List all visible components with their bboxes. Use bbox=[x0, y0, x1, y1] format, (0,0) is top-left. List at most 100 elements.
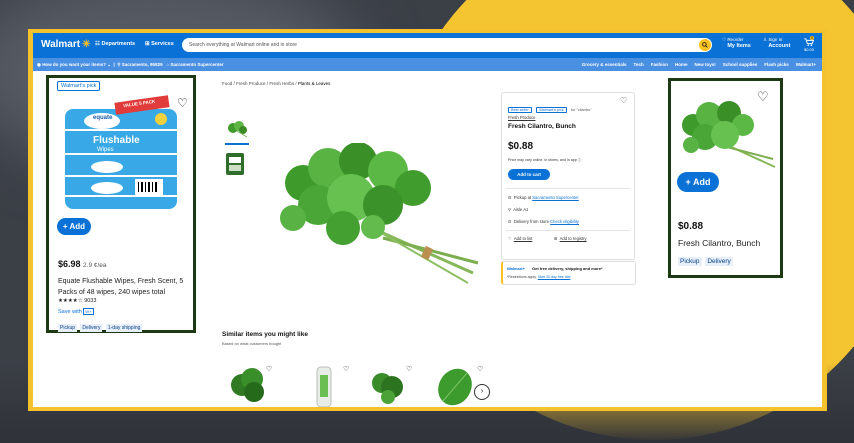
thumbnail-nutrition[interactable] bbox=[225, 151, 249, 179]
similar-item-4[interactable]: ♡ bbox=[433, 365, 483, 407]
add-to-cart-button[interactable]: Add to cart bbox=[508, 169, 550, 180]
fulfillment-tags: Pickup Delivery bbox=[678, 257, 735, 266]
product-title[interactable]: Fresh Cilantro, Bunch bbox=[678, 238, 760, 248]
add-button[interactable]: + Add bbox=[677, 172, 719, 192]
pack-sub: Wipes bbox=[97, 147, 114, 153]
walmarts-pick-badge: Walmart's pick bbox=[536, 107, 567, 113]
tag-shipping: 1-day shipping bbox=[105, 324, 143, 332]
similar-items-title: Similar items you might like bbox=[222, 331, 308, 338]
spark-icon: ✳ bbox=[82, 39, 91, 50]
chevron-right-icon: › bbox=[480, 388, 484, 395]
header: Walmart ✳ ☷ Departments ⊞ Services Search… bbox=[33, 33, 822, 58]
pickup-store-link[interactable]: Sacramento Supercenter bbox=[532, 195, 579, 200]
walmart-plus-icon: W+ bbox=[83, 308, 94, 315]
category-nav-item[interactable]: Tech bbox=[634, 62, 644, 67]
category-nav-item[interactable]: Walmart+ bbox=[796, 62, 816, 67]
check-eligibility-link[interactable]: Check eligibility bbox=[550, 219, 579, 224]
tag-delivery: Delivery bbox=[705, 257, 733, 266]
cart-total: $0.00 bbox=[804, 47, 815, 52]
walmart-logo[interactable]: Walmart ✳ bbox=[41, 39, 90, 50]
walmart-plus-banner[interactable]: Walmart+ Get free delivery, shipping and… bbox=[501, 261, 636, 285]
banner-text: Get free delivery, shipping and more* bbox=[532, 266, 603, 271]
category-nav: Grocery & essentials Tech Fashion Home New t… bbox=[575, 62, 816, 67]
subheader: ◉ How do you want your items? ⌄ | ⚲ Sacr… bbox=[33, 58, 822, 71]
product-price: $6.98 2.9 ¢/ea bbox=[58, 259, 107, 269]
heart-small-icon: ♡ bbox=[722, 37, 727, 42]
favorite-heart-icon[interactable]: ♡ bbox=[620, 96, 627, 105]
favorite-heart-icon[interactable]: ♡ bbox=[477, 365, 483, 373]
similar-item-1[interactable]: ♡ bbox=[228, 365, 272, 407]
category-nav-item[interactable]: School supplies bbox=[723, 62, 758, 67]
walmart-plus-logo: Walmart+ bbox=[507, 266, 525, 271]
breadcrumb-food[interactable]: Food bbox=[222, 81, 232, 86]
category-nav-item[interactable]: Home bbox=[675, 62, 688, 67]
services-button[interactable]: ⊞ Services bbox=[145, 41, 174, 47]
delivery-row: ⊡ Delivery from store Check eligibility bbox=[508, 219, 580, 224]
breadcrumb-fresh-herbs[interactable]: Fresh Herbs bbox=[269, 81, 294, 86]
gift-icon: ⊞ bbox=[554, 236, 558, 241]
banner-note: *Restrictions apply. Start 30-day free t… bbox=[507, 275, 571, 279]
favorite-heart-icon[interactable]: ♡ bbox=[266, 365, 272, 373]
cart-button[interactable]: 0 $0.00 bbox=[804, 36, 815, 52]
category-nav-item[interactable]: Grocery & essentials bbox=[582, 62, 627, 67]
departments-button[interactable]: ☷ Departments bbox=[95, 41, 135, 47]
add-button[interactable]: + Add bbox=[57, 218, 91, 235]
cart-count: 0 bbox=[810, 36, 814, 40]
badge-context: for "cilantro" bbox=[571, 108, 592, 112]
add-to-list-button[interactable]: ♡ Add to list bbox=[508, 236, 532, 241]
search-icon bbox=[702, 42, 708, 48]
similar-item-2[interactable]: ♡ bbox=[303, 365, 349, 407]
store-selector[interactable]: ⌂ Sacramento Supercenter bbox=[166, 62, 223, 67]
search-input[interactable]: Search everything at Walmart online and … bbox=[182, 38, 712, 52]
category-nav-item[interactable]: New toys! bbox=[694, 62, 715, 67]
brand-link[interactable]: Fresh Produce bbox=[508, 115, 535, 120]
breadcrumb-fresh-produce[interactable]: Fresh Produce bbox=[236, 81, 266, 86]
reorder-button[interactable]: ♡ Reorder My Items bbox=[722, 37, 751, 49]
tag-pickup: Pickup bbox=[678, 257, 702, 266]
product-main-image[interactable] bbox=[273, 142, 503, 293]
add-to-registry-button[interactable]: ⊞ Add to registry bbox=[554, 236, 587, 241]
breadcrumb: Food / Fresh Produce / Fresh Herbs / Pla… bbox=[222, 81, 331, 86]
pack-brand: equate bbox=[93, 115, 113, 121]
unit-price: 2.9 ¢/ea bbox=[83, 262, 107, 269]
category-nav-item[interactable]: Fashion bbox=[651, 62, 668, 67]
aisle-row: ⚲ Aisle A1 bbox=[508, 207, 529, 212]
search-placeholder: Search everything at Walmart online and … bbox=[189, 42, 297, 48]
location-selector[interactable]: ⚲ Sacramento, 95829 bbox=[117, 62, 162, 67]
tag-delivery: Delivery bbox=[80, 324, 103, 332]
price-note: Price may vary online, in stores, and in… bbox=[508, 158, 582, 162]
featured-product-card-wipes[interactable]: Walmart's pick ♡ VALUE 5 PACK equate Flu… bbox=[46, 75, 196, 333]
delivery-icon: ⊡ bbox=[508, 219, 512, 224]
product-info-panel: Best seller Walmart's pick for "cilantro… bbox=[501, 92, 635, 260]
tag-pickup: Pickup bbox=[58, 324, 78, 332]
pickup-row: ⊟ Pickup at Sacramento Supercenter bbox=[508, 195, 579, 200]
featured-product-card-cilantro[interactable]: ♡ + Add $0.88 Fresh Cilantro, Bunch Pick… bbox=[668, 78, 783, 278]
search-button[interactable] bbox=[699, 39, 711, 51]
pickup-icon: ⊟ bbox=[508, 195, 512, 200]
location-pin-icon: ⚲ bbox=[508, 207, 512, 212]
fulfillment-tags: Pickup Delivery 1-day shipping bbox=[58, 324, 144, 332]
best-seller-badge: Best seller bbox=[508, 107, 532, 113]
thumbnail-cilantro[interactable] bbox=[225, 119, 249, 147]
product-title: Fresh Cilantro, Bunch bbox=[508, 123, 576, 130]
delivery-selector[interactable]: ◉ How do you want your items? ⌄ bbox=[37, 62, 111, 67]
product-title[interactable]: Equate Flushable Wipes, Fresh Scent, 5 P… bbox=[58, 276, 196, 298]
favorite-heart-icon[interactable]: ♡ bbox=[406, 365, 412, 373]
similar-items-subtitle: Based on what customers bought bbox=[222, 341, 282, 346]
rating: ★★★★☆ 9033 bbox=[58, 298, 96, 304]
user-icon: ♙ bbox=[763, 37, 768, 42]
carousel-next-button[interactable]: › bbox=[474, 384, 490, 400]
product-price: $0.88 bbox=[508, 141, 534, 152]
pack-name: Flushable bbox=[93, 135, 140, 146]
favorite-heart-icon[interactable]: ♡ bbox=[343, 365, 349, 373]
review-count: 9033 bbox=[84, 298, 97, 304]
free-trial-link[interactable]: Start 30-day free trial bbox=[538, 275, 571, 279]
category-nav-item[interactable]: Flash picks bbox=[764, 62, 789, 67]
breadcrumb-plants-leaves: Plants & Leaves bbox=[297, 81, 331, 86]
account-button[interactable]: ♙ Sign In Account bbox=[763, 37, 790, 49]
save-with-walmart-plus[interactable]: Save with W+ bbox=[58, 308, 94, 315]
similar-item-3[interactable]: ♡ bbox=[366, 365, 412, 407]
walmarts-pick-badge: Walmart's pick bbox=[57, 81, 101, 91]
info-icon[interactable]: ⓘ bbox=[578, 158, 582, 162]
star-rating-icon: ★★★★☆ bbox=[58, 298, 83, 304]
